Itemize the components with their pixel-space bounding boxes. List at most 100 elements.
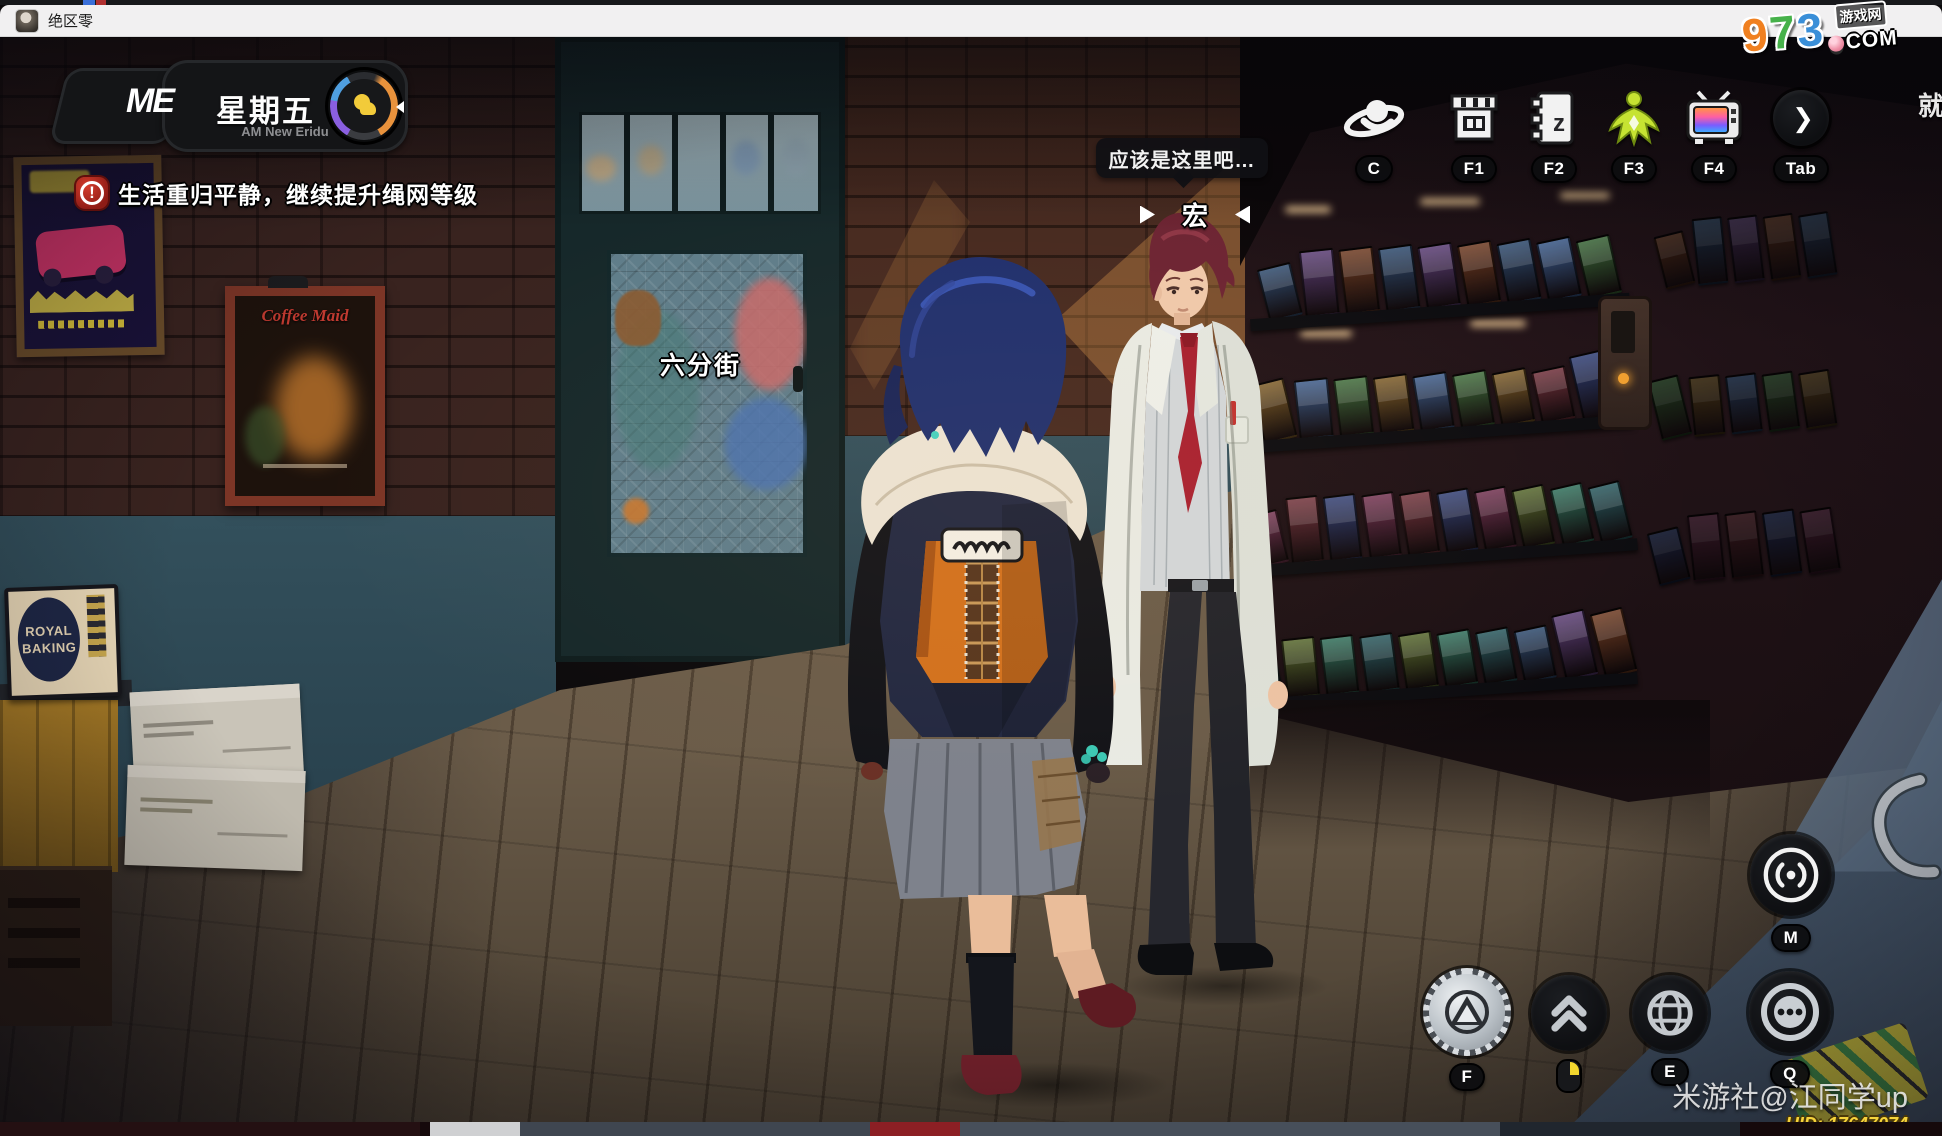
poster-script-title: Coffee Maid bbox=[235, 306, 375, 326]
window-title: 绝区零 bbox=[48, 10, 93, 31]
shelf-cover bbox=[1491, 367, 1535, 427]
cardboard-box bbox=[129, 684, 304, 793]
quest-tracker: ! 生活重归平静，继续提升绳网等级 bbox=[76, 176, 478, 210]
left-arrow-icon bbox=[1140, 206, 1155, 224]
crate-text-baking: BAKING bbox=[22, 640, 77, 657]
inter-knot-icon bbox=[1605, 86, 1663, 150]
door-transom bbox=[579, 112, 821, 208]
joystick-icon bbox=[1827, 35, 1844, 52]
door-handle bbox=[793, 366, 803, 392]
right-brick-wall bbox=[845, 36, 1281, 438]
shelf-cover bbox=[1761, 370, 1800, 432]
shelf-cover bbox=[1536, 236, 1582, 303]
time-status-badge: ME 星期五 AM New Eridu bbox=[58, 60, 408, 152]
shelf-cover bbox=[1474, 485, 1517, 552]
shelf-cover bbox=[1378, 244, 1421, 313]
shelf-row-far bbox=[1647, 329, 1838, 440]
shelf-cover bbox=[1648, 374, 1693, 441]
shelf-cover bbox=[1653, 230, 1695, 290]
edge-partial-text: 就 bbox=[1918, 86, 1942, 123]
credit-author: 米游社@江同学up bbox=[1672, 1074, 1908, 1116]
credit-uid: UID: 17647074 bbox=[1672, 1114, 1908, 1135]
shelf-cover bbox=[1798, 211, 1838, 279]
shelf-cover bbox=[1688, 374, 1725, 437]
more-options-button[interactable]: Q bbox=[1749, 971, 1831, 1088]
shelf-cover bbox=[1587, 480, 1633, 545]
wm-digit: 3 bbox=[1795, 6, 1825, 54]
shelf-cover bbox=[1359, 632, 1400, 694]
shelf-cover bbox=[1576, 234, 1623, 300]
shelf-cover bbox=[1436, 628, 1478, 689]
compass-marker-icon bbox=[1423, 968, 1511, 1056]
shelf-cover bbox=[1397, 630, 1439, 691]
shelf-row-far bbox=[1652, 184, 1838, 288]
shelf-cover bbox=[1294, 377, 1334, 440]
expand-arrow-icon: ❯ bbox=[1773, 90, 1829, 146]
hotkey-missions[interactable]: z F2 bbox=[1508, 86, 1600, 183]
hotkey-companion[interactable]: C bbox=[1328, 86, 1420, 183]
shelf-cover bbox=[1417, 242, 1461, 311]
shelf-cover bbox=[1692, 216, 1729, 286]
shelf-cover bbox=[1724, 510, 1764, 579]
store-icon bbox=[1446, 86, 1502, 150]
marker-button[interactable]: F bbox=[1423, 968, 1511, 1091]
wm-com: COM bbox=[1845, 26, 1899, 54]
video-tv-icon bbox=[1683, 86, 1745, 150]
credit-block: 米游社@江同学up UID: 17647074 bbox=[1672, 1074, 1908, 1135]
mouse-right-icon bbox=[1556, 1059, 1582, 1093]
network-button[interactable]: E bbox=[1632, 975, 1708, 1086]
shelf-cover bbox=[1798, 369, 1838, 430]
shelf-cover bbox=[1299, 248, 1340, 318]
time-of-day-icon bbox=[352, 94, 376, 116]
shelf-cover bbox=[1323, 493, 1363, 562]
counter-top bbox=[0, 680, 132, 711]
shelf-cover bbox=[1398, 489, 1440, 557]
dialogue-text: 应该是这里吧… bbox=[1109, 144, 1256, 173]
shelf-row-far bbox=[1645, 471, 1842, 584]
shelf-cover bbox=[1245, 509, 1289, 569]
right-lower-wall bbox=[845, 436, 1281, 676]
royal-baking-sign: ROYAL BAKING bbox=[4, 584, 122, 700]
cardboard-box bbox=[124, 765, 305, 871]
shelf-cover bbox=[1320, 634, 1360, 697]
shelf-cover bbox=[1531, 365, 1575, 425]
shelf-cover bbox=[1512, 484, 1556, 550]
door-sign-label: 六分街 bbox=[660, 346, 741, 382]
signal-button[interactable]: M bbox=[1750, 834, 1832, 952]
dark-cabinet bbox=[0, 866, 112, 1026]
chevron-up-icon bbox=[1531, 975, 1607, 1051]
marker-key-label: F bbox=[1449, 1063, 1486, 1091]
right-arrow-icon bbox=[1235, 206, 1250, 224]
crate-text-royal: ROYAL bbox=[25, 623, 72, 640]
shelf-cover bbox=[1285, 495, 1324, 565]
shelf-cover bbox=[1727, 214, 1765, 283]
hotkey-expand[interactable]: ❯ Tab bbox=[1755, 86, 1847, 183]
left-lower-wall bbox=[0, 516, 556, 888]
shelf-cover bbox=[1762, 213, 1801, 282]
shelf-cover bbox=[1475, 626, 1518, 686]
shelf-cover bbox=[1281, 636, 1320, 699]
hotkey-label: Tab bbox=[1773, 155, 1829, 183]
hotkey-store[interactable]: F1 bbox=[1428, 86, 1520, 183]
hotkey-inter-knot[interactable]: F3 bbox=[1588, 86, 1680, 183]
hotkey-video-store[interactable]: F4 bbox=[1668, 86, 1760, 183]
shelf-cover bbox=[1725, 372, 1763, 434]
hotkey-label: F1 bbox=[1451, 155, 1498, 183]
shelf-cover bbox=[1687, 512, 1726, 582]
shelf-cover bbox=[1514, 624, 1558, 684]
svg-text:z: z bbox=[1553, 110, 1565, 137]
quest-text: 生活重归平静，继续提升绳网等级 bbox=[118, 176, 478, 210]
mission-list-icon: z bbox=[1528, 86, 1580, 150]
wm-digit: 9 bbox=[1740, 11, 1770, 59]
shelf-cover bbox=[1496, 238, 1541, 305]
daytime-clock[interactable] bbox=[328, 70, 400, 142]
wall-plaque bbox=[1112, 452, 1168, 514]
hand-rail bbox=[1850, 770, 1942, 880]
hotkey-label: F2 bbox=[1531, 155, 1578, 183]
shelf-cover bbox=[1436, 487, 1479, 555]
door-glass bbox=[607, 250, 807, 557]
dodge-button[interactable] bbox=[1531, 975, 1607, 1093]
hotkey-label: F3 bbox=[1611, 155, 1658, 183]
shelf-cover bbox=[1250, 377, 1298, 444]
dialogue-bubble[interactable]: 应该是这里吧… bbox=[1096, 138, 1268, 178]
